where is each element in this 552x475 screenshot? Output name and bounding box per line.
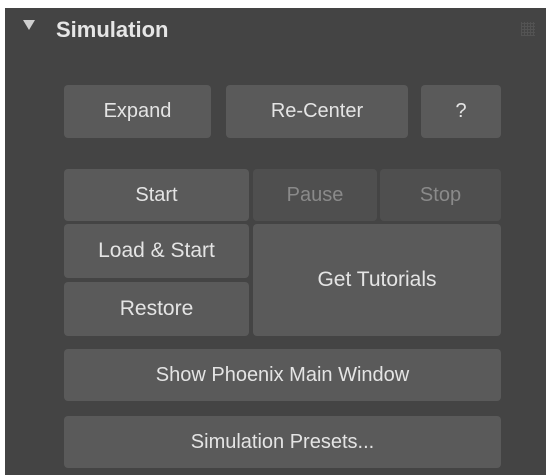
- help-button[interactable]: ?: [421, 85, 501, 138]
- expand-button[interactable]: Expand: [64, 85, 211, 138]
- collapse-arrow-icon[interactable]: [23, 20, 35, 30]
- show-phoenix-main-window-button[interactable]: Show Phoenix Main Window: [64, 349, 501, 401]
- stop-button[interactable]: Stop: [380, 169, 501, 221]
- pause-button[interactable]: Pause: [253, 169, 377, 221]
- restore-button[interactable]: Restore: [64, 282, 249, 336]
- load-and-start-button[interactable]: Load & Start: [64, 224, 249, 278]
- grip-icon[interactable]: [521, 22, 535, 36]
- recenter-button[interactable]: Re-Center: [226, 85, 408, 138]
- rollout-title: Simulation: [56, 17, 169, 42]
- rollout-header[interactable]: Simulation: [5, 8, 546, 54]
- simulation-rollout: Simulation Expand Re-Center ? Start Paus…: [5, 8, 546, 475]
- start-button[interactable]: Start: [64, 169, 249, 221]
- simulation-presets-button[interactable]: Simulation Presets...: [64, 416, 501, 468]
- get-tutorials-button[interactable]: Get Tutorials: [253, 224, 501, 336]
